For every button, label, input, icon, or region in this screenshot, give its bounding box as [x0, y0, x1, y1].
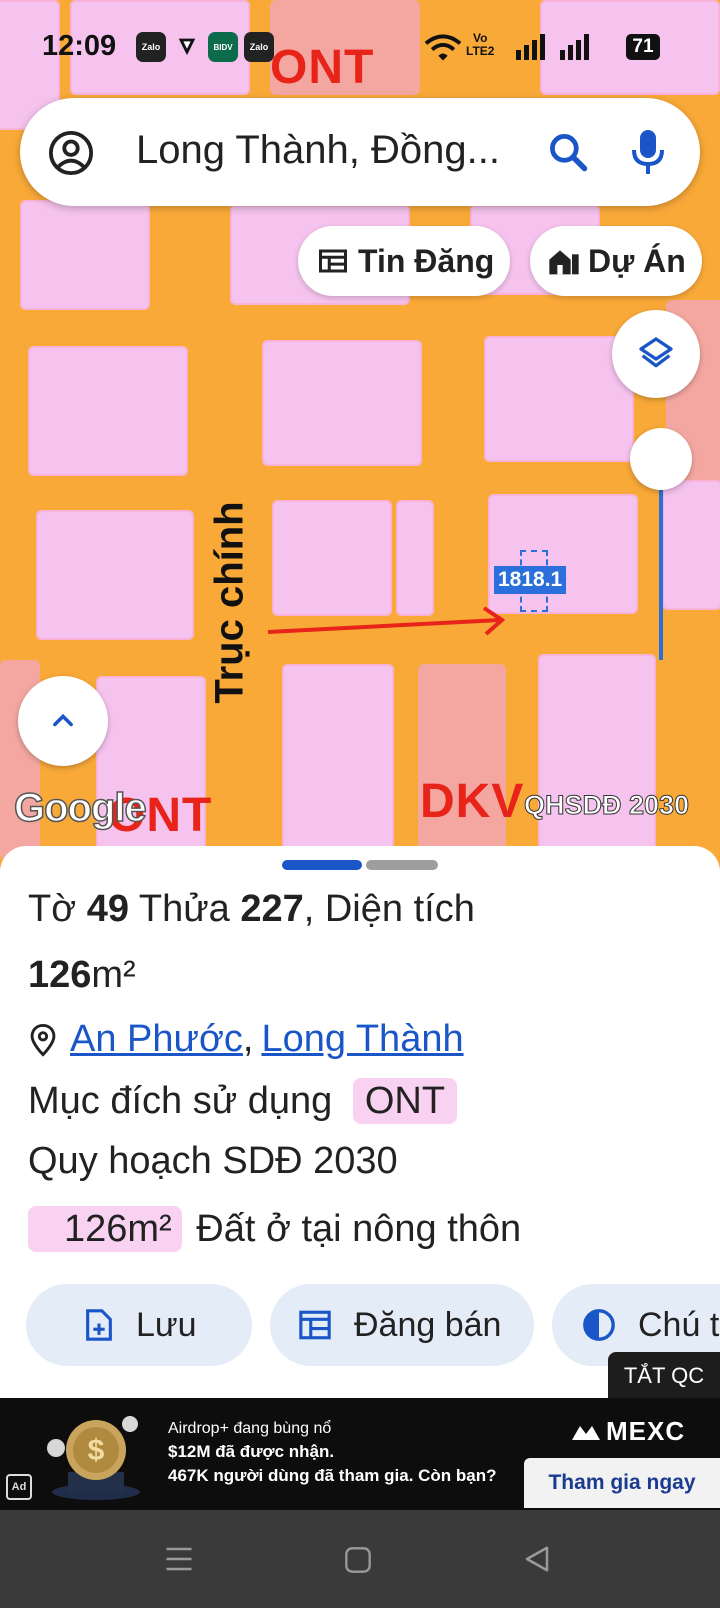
map-block: [28, 346, 188, 476]
back-icon[interactable]: [522, 1544, 552, 1574]
plan-area-badge: 126m²: [28, 1206, 182, 1252]
map-block: [272, 500, 392, 616]
plan-description: Đất ở tại nông thôn: [196, 1208, 522, 1250]
menu-icon[interactable]: [164, 1544, 194, 1574]
listing-icon: [299, 1310, 331, 1340]
area-unit: m²: [91, 954, 136, 996]
plot-number: 227: [240, 888, 304, 930]
search-bar[interactable]: Long Thành, Đồng...: [20, 98, 700, 206]
mexc-logo-text: MEXC: [606, 1416, 686, 1446]
listings-icon: [319, 249, 347, 273]
ad-line-3: 467K người dùng đã tham gia. Còn bạn?: [168, 1466, 497, 1485]
ad-cta-button[interactable]: Tham gia ngay: [524, 1458, 720, 1508]
location-pin-icon: [30, 1023, 56, 1057]
parcel-area: 126m²: [28, 954, 136, 997]
parcel-label: 1818.1: [494, 566, 567, 594]
network-label: Vo LTE2: [466, 32, 494, 58]
road-label: Trục chính: [207, 501, 252, 704]
listings-chip-label: Tin Đăng: [358, 242, 495, 279]
search-input[interactable]: Long Thành, Đồng...: [136, 128, 500, 173]
building-icon: [549, 250, 579, 275]
contrast-icon: [583, 1309, 615, 1341]
ad-banner[interactable]: Ad $ Airdrop+ đang bùng nổ $12M đã được …: [0, 1398, 720, 1510]
purpose-label: Mục đích sử dụng: [28, 1080, 333, 1122]
map-block: [20, 200, 150, 310]
ad-badge: Ad: [6, 1474, 32, 1500]
shield-icon: [176, 34, 198, 63]
map-block: [538, 654, 656, 854]
ad-line-1: Airdrop+ đang bùng nổ: [168, 1420, 332, 1437]
zalo-icon: Zalo: [136, 32, 166, 62]
signal-icon: [560, 34, 589, 60]
map-block: [488, 494, 638, 614]
projects-chip-label: Dự Án: [588, 242, 686, 279]
parcel-title: Tờ 49 Thửa 227, Diện tích: [28, 888, 475, 931]
home-icon[interactable]: [344, 1546, 372, 1574]
legend-button-label: Chú t: [638, 1305, 720, 1344]
ward-link[interactable]: An Phước: [70, 1018, 243, 1061]
district-link[interactable]: Long Thành: [261, 1018, 463, 1061]
wifi-icon: [424, 34, 462, 61]
google-attribution: Google: [13, 785, 147, 831]
hide-ad-button[interactable]: TẮT QC: [608, 1352, 720, 1400]
listings-chip[interactable]: Tin Đăng: [298, 226, 510, 296]
chevron-up-icon: [53, 713, 73, 727]
signal-icon: [516, 34, 545, 60]
svg-text:$: $: [88, 1434, 105, 1467]
map-block: [396, 500, 434, 616]
area-value: 126: [28, 954, 92, 996]
layers-icon: [639, 337, 673, 368]
purpose-code-badge: ONT: [352, 1078, 458, 1124]
zalo-icon: Zalo: [244, 32, 274, 62]
area-prefix: , Diện tích: [303, 888, 475, 930]
save-button-label: Lưu: [136, 1305, 197, 1344]
status-time: 12:09: [42, 30, 117, 62]
location-separator: ,: [242, 1018, 254, 1060]
map-block: [36, 510, 194, 640]
sheet-number: 49: [86, 888, 129, 930]
zone-label-dkv: DKV: [420, 775, 525, 828]
network-label-bottom: LTE2: [466, 44, 495, 58]
post-sale-button[interactable]: Đăng bán: [270, 1284, 534, 1366]
purpose-row: Mục đích sử dụng ONT: [28, 1078, 458, 1124]
save-button[interactable]: Lưu: [26, 1284, 252, 1366]
mexc-logo-icon: [572, 1425, 600, 1440]
map-block: [662, 480, 720, 610]
mexc-logo: MEXC: [570, 1416, 685, 1447]
expand-sheet-button[interactable]: [18, 676, 108, 766]
bidv-icon: BIDV: [208, 32, 238, 62]
ad-line-2: $12M đã được nhận.: [168, 1442, 335, 1461]
map-block: [262, 340, 422, 466]
status-bar: 12:09 Zalo BIDV Zalo Vo LTE2 71: [0, 0, 720, 92]
map-block: [418, 664, 506, 864]
system-nav-bar: [0, 1510, 720, 1608]
coin-icon: $: [47, 1416, 140, 1500]
projects-chip[interactable]: Dự Án: [530, 226, 702, 296]
sheet-handle-active[interactable]: [282, 860, 362, 870]
parcel-location: An Phước, Long Thành: [28, 1018, 464, 1061]
plot-prefix: Thửa: [138, 888, 230, 930]
plan-label: Quy hoạch SDĐ 2030: [28, 1140, 398, 1182]
sheet-prefix: Tờ: [28, 888, 77, 930]
layers-button[interactable]: [612, 310, 700, 398]
plan-row: 126m² Đất ở tại nông thôn: [28, 1206, 522, 1252]
zoom-slider-handle[interactable]: [630, 428, 692, 490]
zoom-slider-track[interactable]: [659, 470, 663, 660]
battery-indicator: 71: [626, 34, 660, 60]
microphone-icon[interactable]: [628, 128, 668, 176]
account-icon[interactable]: [48, 130, 94, 176]
post-sale-button-label: Đăng bán: [354, 1305, 502, 1344]
layer-badge: QHSDĐ 2030: [523, 790, 690, 821]
search-icon[interactable]: [546, 130, 590, 174]
add-file-icon: [86, 1309, 112, 1341]
sheet-handle[interactable]: [366, 860, 438, 870]
arrow-annotation: [267, 606, 506, 636]
map-block: [282, 664, 394, 864]
